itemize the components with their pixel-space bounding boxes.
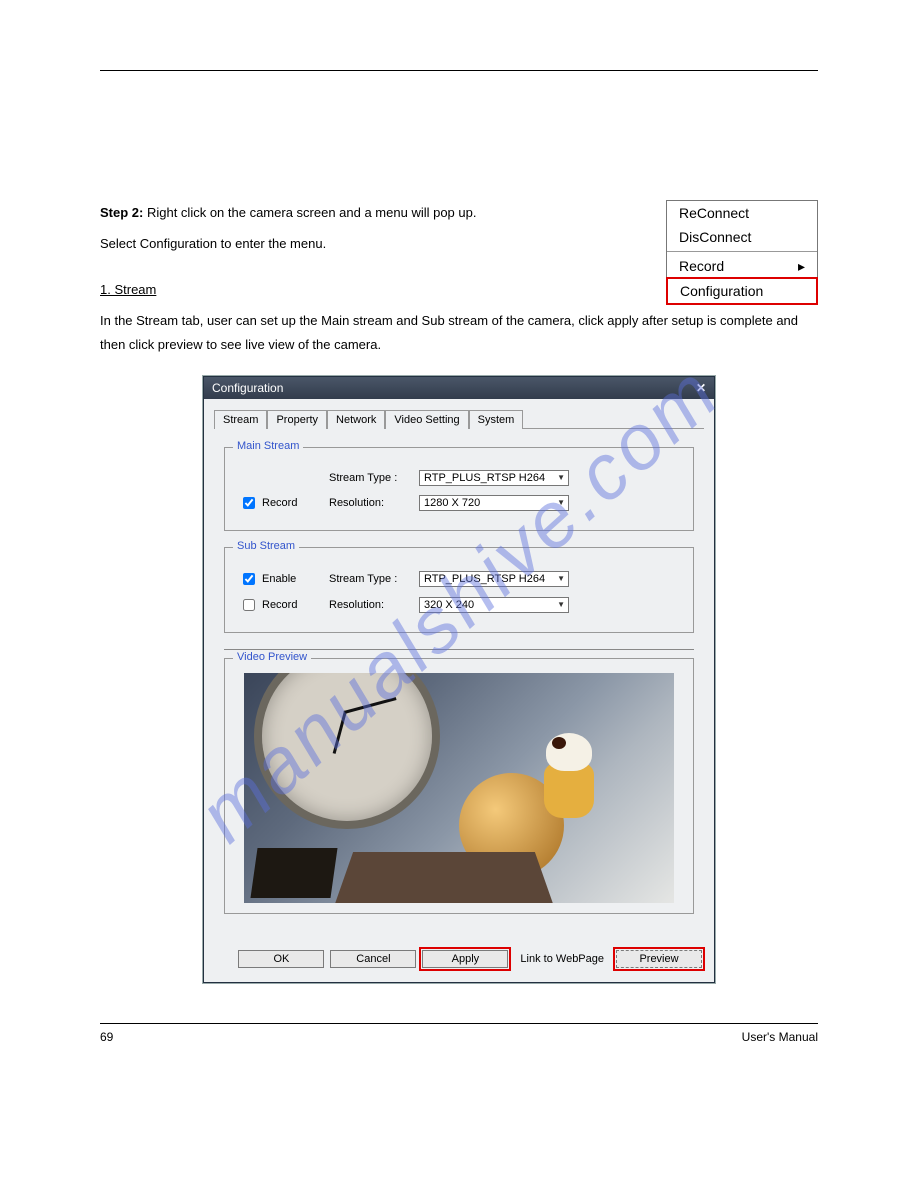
main-stream-legend: Main Stream [233, 440, 303, 452]
menu-item-configuration[interactable]: Configuration [666, 277, 818, 305]
tab-video-setting[interactable]: Video Setting [385, 410, 468, 429]
sub-stream-group: Sub Stream Enable Stream Type : RTP_PLUS… [224, 547, 694, 633]
page-footer-rule [100, 1023, 818, 1024]
sub-stream-legend: Sub Stream [233, 540, 299, 552]
menu-separator [667, 251, 817, 252]
video-preview-image [244, 673, 674, 903]
cancel-button[interactable]: Cancel [330, 950, 416, 968]
tab-system[interactable]: System [469, 410, 524, 429]
main-stream-type-label: Stream Type : [329, 472, 419, 484]
ok-button[interactable]: OK [238, 950, 324, 968]
video-preview-group: Video Preview [224, 658, 694, 914]
main-stream-group: Main Stream Stream Type : RTP_PLUS_RTSP … [224, 447, 694, 531]
sub-record-checkbox[interactable] [243, 599, 255, 611]
apply-button[interactable]: Apply [422, 950, 508, 968]
configuration-dialog: Configuration ✕ Stream Property Network … [203, 376, 715, 983]
tab-stream[interactable]: Stream [214, 410, 267, 429]
section-1-text: In the Stream tab, user can set up the M… [100, 309, 818, 356]
sub-stream-type-select[interactable]: RTP_PLUS_RTSP H264 [419, 571, 569, 587]
dialog-titlebar: Configuration ✕ [204, 377, 714, 399]
menu-item-record-label: Record [679, 258, 724, 274]
sub-record-label: Record [262, 599, 297, 611]
submenu-arrow-icon: ▸ [798, 258, 805, 275]
video-preview-legend: Video Preview [233, 651, 311, 663]
footer-doc-title: User's Manual [742, 1030, 818, 1044]
clock-icon [254, 673, 440, 829]
sub-enable-label: Enable [262, 573, 296, 585]
section-1-title: 1. Stream [100, 282, 156, 297]
main-record-checkbox[interactable] [243, 497, 255, 509]
preview-box [250, 848, 337, 898]
dialog-title: Configuration [212, 381, 283, 395]
main-record-label: Record [262, 497, 297, 509]
sub-resolution-select[interactable]: 320 X 240 [419, 597, 569, 613]
sub-resolution-label: Resolution: [329, 599, 419, 611]
link-to-webpage[interactable]: Link to WebPage [514, 951, 610, 967]
tab-property[interactable]: Property [267, 410, 327, 429]
tab-network[interactable]: Network [327, 410, 385, 429]
menu-item-reconnect[interactable]: ReConnect [667, 201, 817, 225]
main-stream-type-select[interactable]: RTP_PLUS_RTSP H264 [419, 470, 569, 486]
page-header-rule [100, 70, 818, 71]
footer-page-number: 69 [100, 1030, 113, 1044]
close-icon[interactable]: ✕ [696, 381, 706, 395]
menu-item-record[interactable]: Record ▸ [667, 254, 817, 278]
main-resolution-select[interactable]: 1280 X 720 [419, 495, 569, 511]
sub-stream-type-label: Stream Type : [329, 573, 419, 585]
sub-enable-checkbox[interactable] [243, 573, 255, 585]
main-resolution-label: Resolution: [329, 497, 419, 509]
preview-cloth [333, 852, 555, 903]
inner-separator [224, 649, 694, 650]
context-menu: ReConnect DisConnect Record ▸ Configurat… [666, 200, 818, 305]
menu-item-disconnect[interactable]: DisConnect [667, 225, 817, 249]
tab-bar: Stream Property Network Video Setting Sy… [214, 409, 704, 428]
preview-figurine [534, 733, 604, 823]
preview-button[interactable]: Preview [616, 950, 702, 968]
dialog-button-bar: OK Cancel Apply Link to WebPage Preview [204, 940, 714, 982]
